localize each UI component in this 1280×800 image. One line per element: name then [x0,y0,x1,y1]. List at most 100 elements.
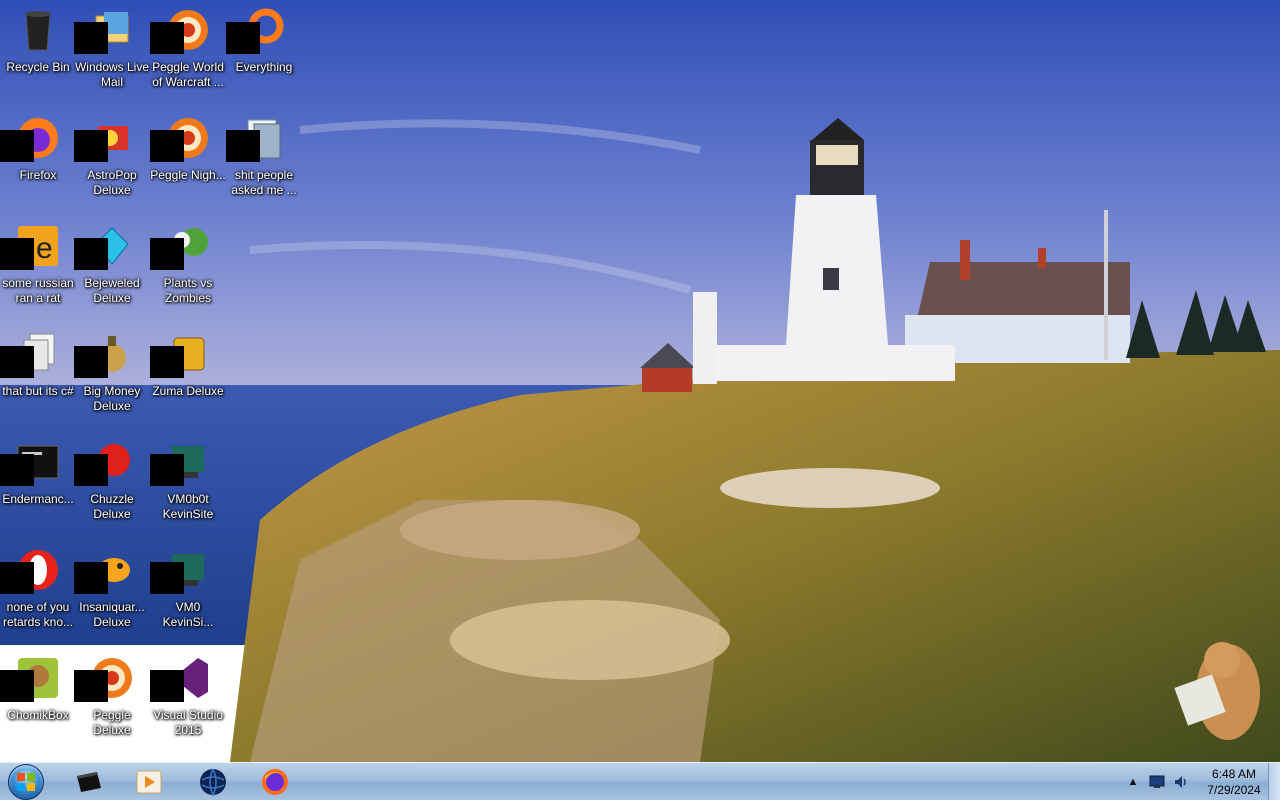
taskbar-terminal-button[interactable] [60,763,118,800]
desktop-icon-label: none of you retards kno... [2,600,74,629]
redaction-box [150,670,184,702]
globe-icon [200,768,226,797]
desktop-icon[interactable]: Firefox [0,108,76,208]
desktop-icon-label: shit people asked me ... [231,168,297,197]
desktop-icon[interactable]: Peggle Nigh... [150,108,226,208]
redaction-box [150,346,184,378]
desktop-icon[interactable]: Big Money Deluxe [74,324,150,424]
redaction-box [0,562,34,594]
desktop-icon-label: Recycle Bin [6,60,70,74]
redaction-box [74,130,108,162]
redaction-box [150,454,184,486]
desktop-icon-label: some russian ran a rat [2,276,74,305]
clock-time: 6:48 AM [1211,767,1257,781]
redaction-box [74,238,108,270]
desktop-icon[interactable]: Chuzzle Deluxe [74,432,150,532]
desktop-icon[interactable]: VM0b0t KevinSite [150,432,226,532]
desktop-icon-label: Bejeweled Deluxe [84,276,140,305]
desktop-icon[interactable]: Bejeweled Deluxe [74,216,150,316]
volume-button[interactable] [1170,771,1192,793]
action-center-button[interactable] [1146,771,1168,793]
visual-studio-icon [150,654,212,702]
media-player-icon [136,770,162,794]
desktop-icon[interactable]: ChomikBox [0,648,76,748]
desktop-icon-label: Windows Live Mail [74,60,150,89]
peggle-icon [74,654,136,702]
redaction-box [0,454,34,486]
desktop-icon[interactable]: Everything [226,0,302,100]
vm-icon [150,438,212,486]
desktop-icon-label: Visual Studio 2015 [153,708,223,737]
redaction-box [0,130,34,162]
svg-text:e: e [36,232,53,265]
redaction-box [150,22,184,54]
redaction-box [0,670,34,702]
redaction-box [74,562,108,594]
desktop-icon[interactable]: Peggle Deluxe [74,648,150,748]
clock-date: 7/29/2024 [1207,783,1261,797]
desktop-icon[interactable]: e some russian ran a rat [0,216,76,316]
start-button[interactable] [4,763,48,800]
money-icon [74,330,136,378]
desktop-icon-label: VM0 KevinSi... [162,600,214,629]
desktop-icon[interactable]: Visual Studio 2015 [150,648,226,748]
taskbar-firefox-button[interactable] [246,763,304,800]
desktop-icon-label: VM0b0t KevinSite [162,492,214,521]
search-icon [226,6,288,54]
terminal-icon [0,438,62,486]
redaction-box [74,670,108,702]
monitor-icon [1149,775,1165,788]
system-tray: ▲ 6:48 AM 7/29/2024 [1120,763,1266,800]
redaction-box [0,346,34,378]
desktop-icon-label: Everything [235,60,293,74]
clock[interactable]: 6:48 AM 7/29/2024 [1202,766,1266,798]
desktop-icon-label: Chuzzle Deluxe [90,492,134,521]
desktop-icon-label: Zuma Deluxe [152,384,224,398]
redaction-box [150,238,184,270]
desktop-icon-label: Peggle Nigh... [150,168,226,182]
taskbar-media-player-button[interactable] [120,763,178,800]
desktop-icon-label: Big Money Deluxe [83,384,141,413]
redaction-box [0,238,34,270]
java-icon: e [0,222,62,270]
desktop-icon-label: Insaniquar... Deluxe [79,600,145,629]
speaker-icon [1175,776,1186,788]
redaction-box [74,346,108,378]
firefox-icon [262,769,288,795]
desktop-icon-label: that but its c# [2,384,74,398]
terminal-icon [77,772,101,792]
astropop-icon [74,114,136,162]
desktop-icon[interactable]: shit people asked me ... [226,108,302,208]
chuzzle-icon [74,438,136,486]
redaction-box [150,562,184,594]
desktop-icon[interactable]: Zuma Deluxe [150,324,226,424]
peggle-icon [150,6,212,54]
plant-icon [150,222,212,270]
fish-icon [74,546,136,594]
desktop-icon[interactable]: Peggle World of Warcraft ... [150,0,226,100]
desktop-icon[interactable]: Windows Live Mail [74,0,150,100]
desktop-icon[interactable]: Endermanc... [0,432,76,532]
show-hidden-icons-button[interactable]: ▲ [1122,771,1144,793]
taskbar-globe-button[interactable] [184,763,242,800]
gem-icon [74,222,136,270]
desktop-icon-label: AstroPop Deluxe [87,168,137,197]
desktop-icon[interactable]: that but its c# [0,324,76,424]
desktop-icon-label: Endermanc... [2,492,74,506]
vm-icon [150,546,212,594]
desktop-icon[interactable]: none of you retards kno... [0,540,76,640]
desktop-icon[interactable]: Plants vs Zombies [150,216,226,316]
desktop-icon[interactable]: Recycle Bin [0,0,76,100]
chevron-up-icon: ▲ [1127,776,1139,788]
desktop-icon[interactable]: Insaniquar... Deluxe [74,540,150,640]
desktop-icon[interactable]: AstroPop Deluxe [74,108,150,208]
redaction-box [226,22,260,54]
zuma-icon [150,330,212,378]
show-desktop-button[interactable] [1268,763,1280,800]
folder-icon [226,114,288,162]
opera-icon [0,546,62,594]
desktop-icon-label: Peggle World of Warcraft ... [152,60,224,89]
desktop-icon[interactable]: VM0 KevinSi... [150,540,226,640]
mail-icon [74,6,136,54]
desktop-icon-label: Plants vs Zombies [163,276,213,305]
